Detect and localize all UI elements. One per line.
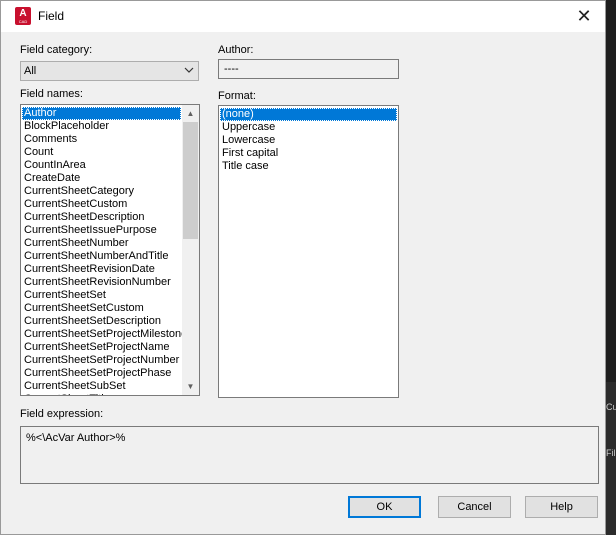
author-value: ---- <box>224 63 239 75</box>
scroll-thumb[interactable] <box>183 122 198 239</box>
field-names-item[interactable]: CurrentSheetSetProjectNumber <box>22 354 181 367</box>
background-text: Fil <box>606 448 616 458</box>
field-names-item[interactable]: CurrentSheetSetProjectMilestone <box>22 328 187 341</box>
ok-button[interactable]: OK <box>348 496 421 518</box>
field-category-value: All <box>24 65 37 77</box>
field-names-item[interactable]: CurrentSheetNumberAndTitle <box>22 250 181 263</box>
field-names-item[interactable]: CurrentSheetCategory <box>22 185 181 198</box>
format-item[interactable]: First capital <box>220 147 397 160</box>
field-names-item[interactable]: Count <box>22 146 181 159</box>
field-names-item[interactable]: Author <box>22 107 181 120</box>
field-names-item[interactable]: CurrentSheetSetProjectName <box>22 341 181 354</box>
field-dialog: A CAD Field ✕ Field category: All Author:… <box>0 0 606 535</box>
field-names-item[interactable]: CurrentSheetNumber <box>22 237 181 250</box>
author-value-box: ---- <box>218 59 399 79</box>
field-names-item[interactable]: Comments <box>22 133 181 146</box>
field-names-item[interactable]: CountInArea <box>22 159 181 172</box>
field-names-item[interactable]: CurrentSheetSetCustom <box>22 302 181 315</box>
field-category-label: Field category: <box>20 44 93 56</box>
background-window-edge: Cu Fil <box>606 382 616 535</box>
background-text: Cu <box>606 402 616 412</box>
close-icon[interactable]: ✕ <box>571 4 597 28</box>
format-item[interactable]: Title case <box>220 160 397 173</box>
scroll-up-icon[interactable]: ▲ <box>182 105 199 122</box>
window-title: Field <box>38 9 65 23</box>
chevron-down-icon <box>184 67 194 73</box>
format-label: Format: <box>218 90 256 102</box>
format-item[interactable]: Uppercase <box>220 121 397 134</box>
field-expression-value: %<\AcVar Author>% <box>26 432 126 444</box>
field-names-scrollbar[interactable]: ▲ ▼ <box>182 105 199 395</box>
scroll-down-icon[interactable]: ▼ <box>182 378 199 395</box>
field-expression-box: %<\AcVar Author>% <box>20 426 599 484</box>
field-names-item[interactable]: CurrentSheetCustom <box>22 198 181 211</box>
field-names-list[interactable]: Author BlockPlaceholder Comments Count Count… <box>20 104 200 396</box>
field-category-dropdown[interactable]: All <box>20 61 199 81</box>
format-list[interactable]: (none) Uppercase Lowercase First capital Tit… <box>218 105 399 398</box>
autocad-app-icon: A CAD <box>15 7 31 25</box>
format-item[interactable]: (none) <box>220 108 397 121</box>
field-names-item[interactable]: CurrentSheetSet <box>22 289 181 302</box>
help-button[interactable]: Help <box>525 496 598 518</box>
field-names-item[interactable]: CurrentSheetRevisionDate <box>22 263 181 276</box>
field-names-item[interactable]: CurrentSheetIssuePurpose <box>22 224 181 237</box>
field-names-item[interactable]: BlockPlaceholder <box>22 120 181 133</box>
field-expression-label: Field expression: <box>20 408 104 420</box>
cancel-button[interactable]: Cancel <box>438 496 511 518</box>
field-names-item[interactable]: CurrentSheetSubSet <box>22 380 181 393</box>
field-names-item[interactable]: CurrentSheetSetDescription <box>22 315 181 328</box>
author-label: Author: <box>218 44 254 56</box>
field-names-item[interactable]: CurrentSheetTitle <box>22 393 181 395</box>
field-names-item[interactable]: CurrentSheetSetProjectPhase <box>22 367 181 380</box>
format-item[interactable]: Lowercase <box>220 134 397 147</box>
title-bar: A CAD Field ✕ <box>1 1 605 32</box>
field-names-item[interactable]: CurrentSheetRevisionNumber <box>22 276 181 289</box>
field-names-item[interactable]: CurrentSheetDescription <box>22 211 181 224</box>
field-names-label: Field names: <box>20 88 83 100</box>
field-names-item[interactable]: CreateDate <box>22 172 181 185</box>
